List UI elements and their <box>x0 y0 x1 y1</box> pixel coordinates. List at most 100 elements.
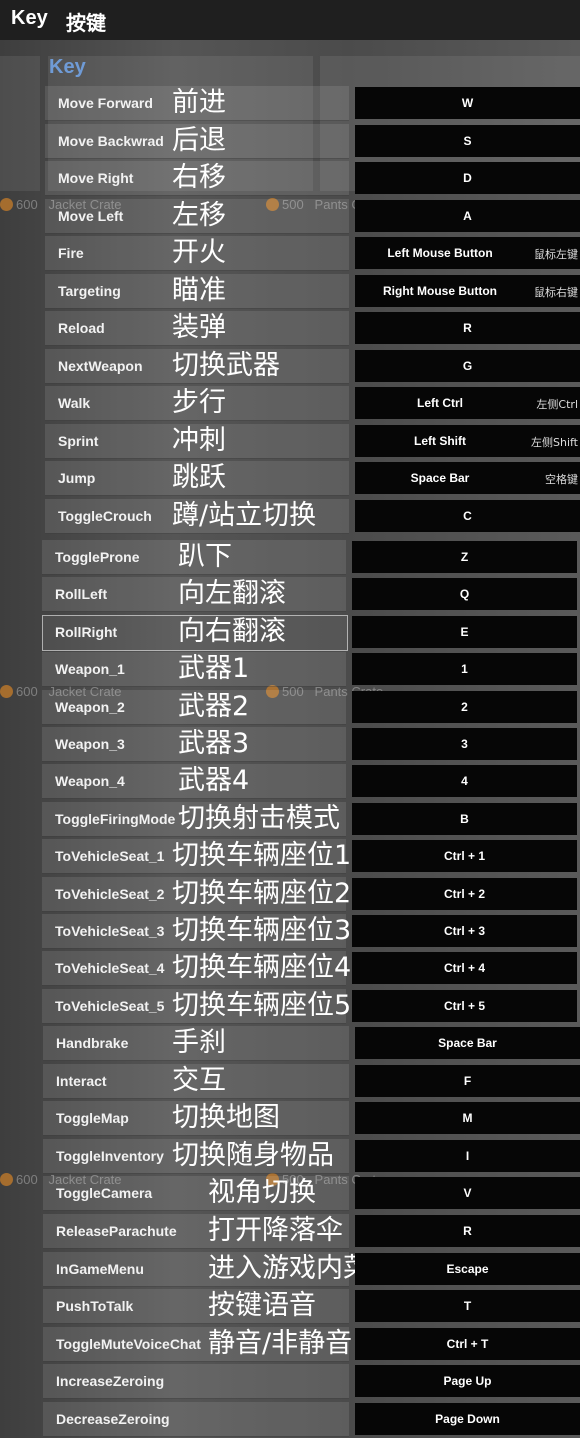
action-name-cn: 冲刺 <box>172 424 226 456</box>
action-name: ToggleMuteVoiceChat <box>56 1335 201 1352</box>
keybind-row[interactable]: IncreaseZeroing Page Up <box>0 1364 580 1400</box>
keybind-row[interactable]: ToggleFiringMode 切换射击模式 B <box>0 801 580 837</box>
keybind-row[interactable]: ToggleMuteVoiceChat 静音/非静音 切换 Ctrl + T <box>0 1326 580 1362</box>
action-name: Weapon_3 <box>55 736 125 752</box>
action-name: Weapon_1 <box>55 661 125 678</box>
keybind-row[interactable]: DecreaseZeroing Page Down <box>0 1402 580 1437</box>
key-binding-button[interactable]: I <box>355 1139 580 1172</box>
action-name-cn: 开火 <box>172 237 226 268</box>
action-name: NextWeapon <box>58 357 143 374</box>
action-name: RollLeft <box>55 586 108 603</box>
key-label: 3 <box>461 737 468 751</box>
key-binding-button[interactable]: A <box>355 199 580 232</box>
action-name-cn: 武器1 <box>178 653 250 685</box>
key-binding-button[interactable]: E <box>352 615 577 648</box>
action-name: ToggleProne <box>55 549 140 565</box>
key-binding-button[interactable]: 2 <box>352 690 577 723</box>
key-label: D <box>463 171 472 185</box>
keybind-row[interactable]: Sprint 冲刺 Left Shift 左侧Shift <box>0 423 580 459</box>
action-name: ToggleCamera <box>56 1185 153 1202</box>
key-binding-button[interactable]: Space Bar <box>355 1027 580 1059</box>
action-name: Move Right <box>58 170 134 186</box>
key-binding-button[interactable]: G <box>355 349 580 382</box>
action-name-cn: 交互 <box>172 1064 226 1096</box>
key-binding-button[interactable]: B <box>352 802 577 835</box>
keybind-row[interactable]: ToggleProne 趴下 Z <box>0 540 580 575</box>
key-binding-button[interactable]: Ctrl + 4 <box>352 952 577 985</box>
keybind-row[interactable]: ToggleInventory 切换随身物品 I <box>0 1138 580 1174</box>
keybind-row[interactable]: Reload 装弹 R <box>0 311 580 346</box>
key-label: 2 <box>461 699 468 714</box>
keybind-row[interactable]: Move Right 右移 D <box>0 161 580 196</box>
key-binding-button[interactable]: 1 <box>352 653 577 686</box>
key-binding-button[interactable]: Space Bar 空格键 <box>355 462 580 494</box>
action-name-cn: 切换射击模式 <box>178 802 340 834</box>
keybind-row[interactable]: Move Left 左移 A <box>0 198 580 234</box>
action-name: Handbrake <box>56 1035 129 1051</box>
key-binding-button[interactable]: Ctrl + 1 <box>352 840 577 873</box>
key-binding-button[interactable]: R <box>355 312 580 344</box>
key-binding-button[interactable]: Ctrl + 3 <box>352 915 577 947</box>
action-name-cn: 瞄准 <box>172 274 226 306</box>
keybind-row[interactable]: Weapon_2 武器2 2 <box>0 689 580 725</box>
key-binding-button[interactable]: F <box>355 1064 580 1097</box>
keybind-row[interactable]: Handbrake 手刹 Space Bar <box>0 1026 580 1061</box>
key-binding-button[interactable]: Ctrl + 2 <box>352 877 577 910</box>
keybind-row[interactable]: ToVehicleSeat_4 切换车辆座位4 Ctrl + 4 <box>0 951 580 987</box>
action-name-cn: 左移 <box>172 199 226 231</box>
key-binding-button[interactable]: 4 <box>352 765 577 798</box>
keybind-row[interactable]: ToVehicleSeat_2 切换车辆座位2 Ctrl + 2 <box>0 876 580 912</box>
keybind-row[interactable]: Fire 开火 Left Mouse Button 鼠标左键 <box>0 236 580 271</box>
keybind-row[interactable]: ToggleMap 切换地图 M <box>0 1101 580 1137</box>
keybind-row[interactable]: Weapon_4 武器4 4 <box>0 764 580 800</box>
keybind-row[interactable]: Interact 交互 F <box>0 1063 580 1099</box>
keybind-row[interactable]: InGameMenu 进入游戏内菜单 Escape <box>0 1251 580 1287</box>
keybind-row[interactable]: Weapon_1 武器1 1 <box>0 652 580 688</box>
keybind-row[interactable]: PushToTalk 按键语音 T <box>0 1289 580 1325</box>
key-binding-button[interactable]: R <box>355 1215 580 1247</box>
key-binding-button[interactable]: M <box>355 1102 580 1135</box>
key-binding-button[interactable]: T <box>355 1290 580 1323</box>
key-binding-button[interactable]: D <box>355 162 580 194</box>
keybind-row[interactable]: Jump 跳跃 Space Bar 空格键 <box>0 461 580 496</box>
key-label: Escape <box>446 1261 489 1276</box>
keybind-row[interactable]: ReleaseParachute 打开降落伞 R <box>0 1214 580 1249</box>
keybind-row[interactable]: ToggleCamera 视角切换 V <box>0 1176 580 1212</box>
key-binding-button[interactable]: Q <box>352 578 577 611</box>
key-binding-button[interactable]: Left Shift 左侧Shift <box>355 424 580 457</box>
action-name: ToVehicleSeat_5 <box>55 997 165 1014</box>
key-label: Ctrl + T <box>446 1336 489 1351</box>
keybind-row[interactable]: Walk 步行 Left Ctrl 左侧Ctrl <box>0 386 580 421</box>
key-binding-button[interactable]: Right Mouse Button 鼠标右键 <box>355 274 580 307</box>
key-binding-button[interactable]: Z <box>352 541 577 573</box>
keybind-row[interactable]: ToVehicleSeat_3 切换车辆座位3 Ctrl + 3 <box>0 914 580 949</box>
keybind-row[interactable]: RollLeft 向左翻滚 Q <box>0 577 580 613</box>
key-binding-button[interactable]: Ctrl + T <box>355 1327 580 1360</box>
key-binding-button[interactable]: Page Down <box>355 1403 580 1435</box>
key-label-cn: 左侧Shift <box>530 435 578 449</box>
key-binding-button[interactable]: C <box>355 499 580 532</box>
action-name-cn: 切换车辆座位5 <box>172 989 352 1021</box>
key-binding-button[interactable]: W <box>355 87 580 119</box>
key-label: 4 <box>461 774 468 789</box>
key-binding-button[interactable]: V <box>355 1177 580 1210</box>
key-label: Left Mouse Button <box>387 246 493 260</box>
key-binding-button[interactable]: Page Up <box>355 1365 580 1398</box>
action-name-cn: 打开降落伞 <box>208 1215 343 1246</box>
keybind-row[interactable]: Targeting 瞄准 Right Mouse Button 鼠标右键 <box>0 273 580 309</box>
keybind-row[interactable]: Move Backwrad 后退 S <box>0 123 580 159</box>
key-binding-button[interactable]: 3 <box>352 728 577 760</box>
keybind-row[interactable]: Move Forward 前进 W <box>0 86 580 121</box>
key-binding-button[interactable]: S <box>355 124 580 157</box>
key-binding-button[interactable]: Ctrl + 5 <box>352 989 577 1022</box>
key-binding-button[interactable]: Left Mouse Button 鼠标左键 <box>355 237 580 269</box>
keybind-row[interactable]: ToVehicleSeat_1 切换车辆座位1 Ctrl + 1 <box>0 839 580 875</box>
key-label: Page Down <box>435 1412 500 1426</box>
key-binding-button[interactable]: Escape <box>355 1252 580 1285</box>
keybind-row[interactable]: RollRight 向右翻滚 E <box>0 614 580 651</box>
keybind-row[interactable]: NextWeapon 切换武器 G <box>0 348 580 384</box>
keybind-row[interactable]: ToggleCrouch 蹲/站立切换 C <box>0 498 580 534</box>
key-binding-button[interactable]: Left Ctrl 左侧Ctrl <box>355 387 580 419</box>
keybind-row[interactable]: Weapon_3 武器3 3 <box>0 727 580 762</box>
keybind-row[interactable]: ToVehicleSeat_5 切换车辆座位5 Ctrl + 5 <box>0 988 580 1024</box>
